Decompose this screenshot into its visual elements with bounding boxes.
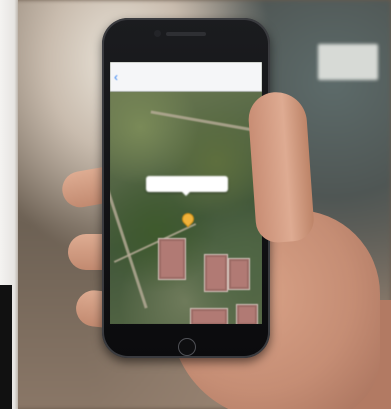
photo: ‹ xyxy=(0,0,391,409)
smartphone: ‹ xyxy=(102,18,270,358)
map-building xyxy=(228,258,250,290)
map-building xyxy=(204,254,228,292)
thumb xyxy=(246,90,316,244)
front-camera-icon xyxy=(154,30,161,37)
earpiece-speaker xyxy=(166,32,206,36)
dark-object xyxy=(0,285,12,409)
back-chevron-icon[interactable]: ‹ xyxy=(114,71,118,83)
map-building xyxy=(236,304,258,324)
home-button[interactable] xyxy=(178,338,196,356)
maps-nav-bar: ‹ xyxy=(110,62,262,92)
background-window xyxy=(318,44,378,80)
map-road xyxy=(150,110,260,133)
location-callout[interactable] xyxy=(146,176,228,196)
map-building xyxy=(190,308,228,324)
map-building xyxy=(158,238,186,280)
satellite-map[interactable] xyxy=(110,92,262,324)
map-road xyxy=(110,155,148,309)
phone-screen: ‹ xyxy=(110,62,262,324)
